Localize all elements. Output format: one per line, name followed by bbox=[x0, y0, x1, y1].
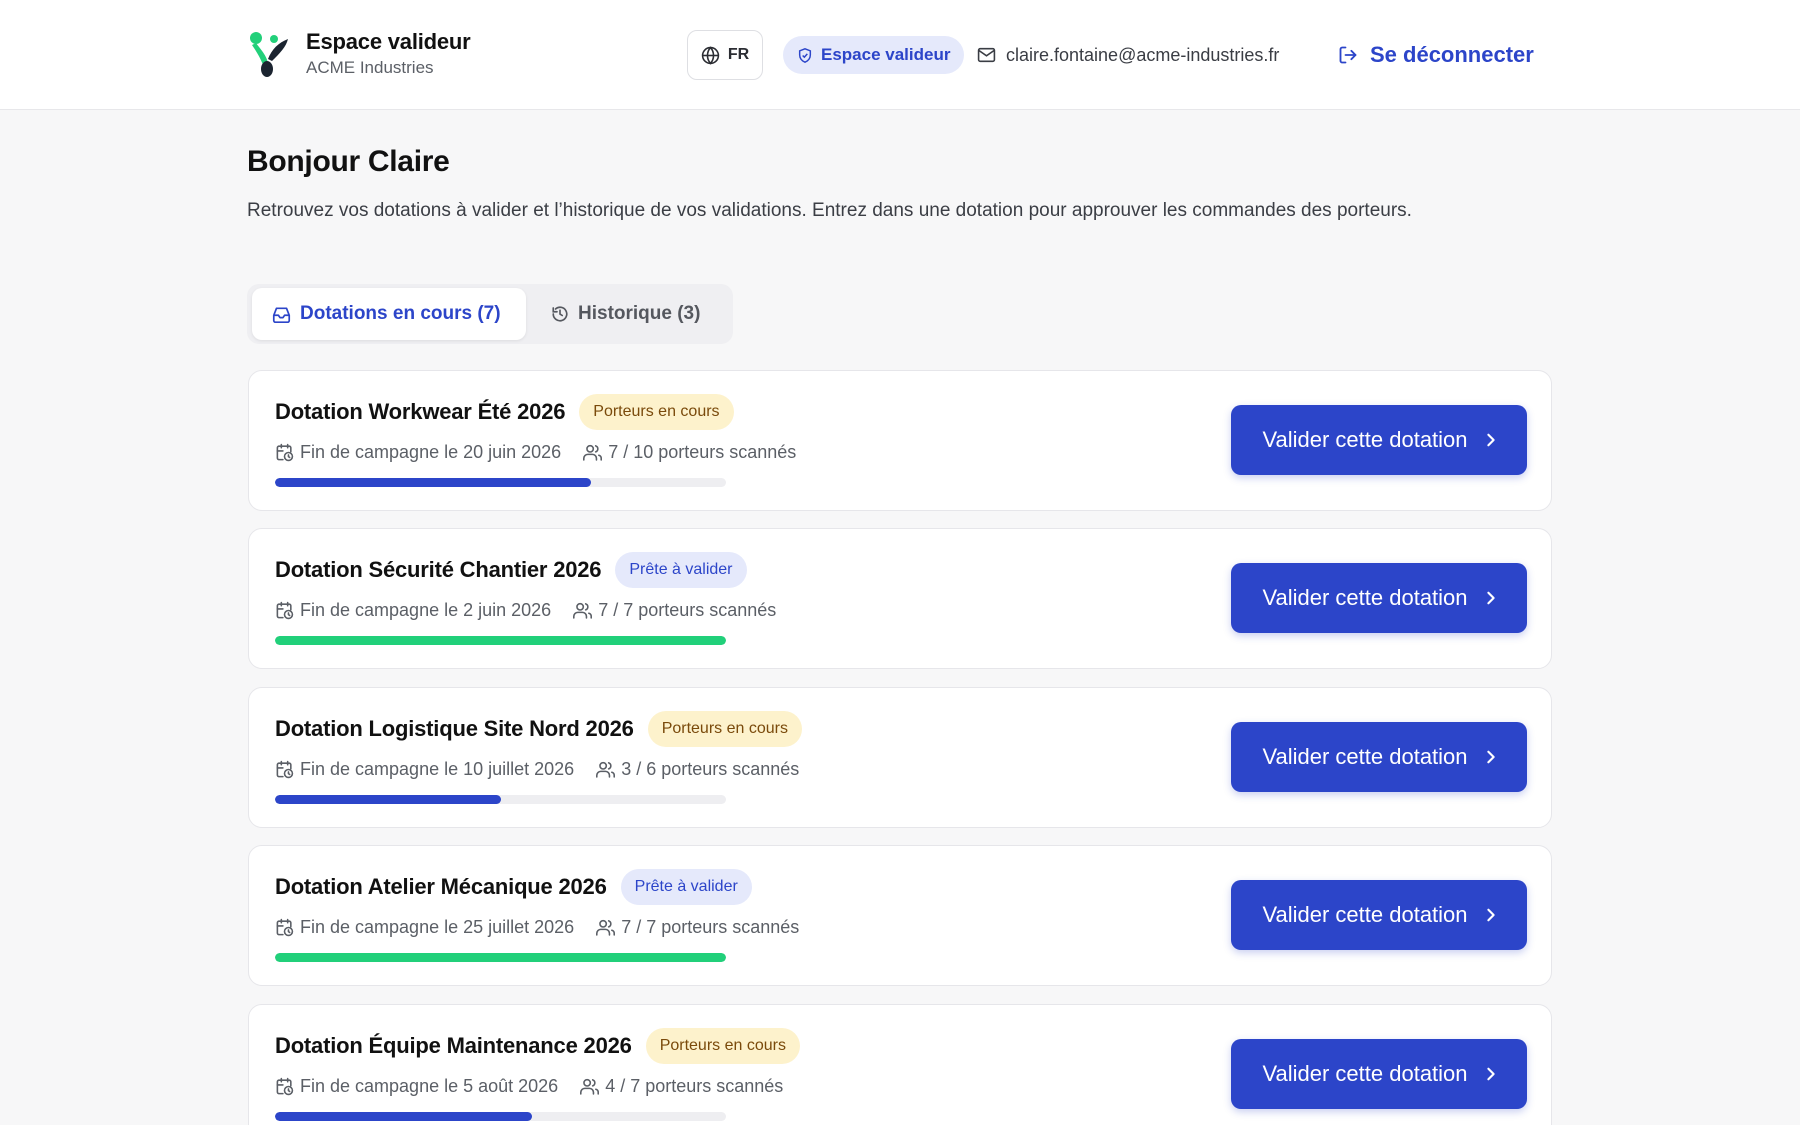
language-button[interactable]: FR bbox=[687, 30, 763, 80]
validate-button-label: Valider cette dotation bbox=[1262, 1061, 1468, 1086]
chevron-right-icon bbox=[1486, 908, 1495, 922]
brand-text: Espace valideur ACME Industries bbox=[306, 28, 471, 80]
tab-current-dotations[interactable]: Dotations en cours (7) bbox=[252, 288, 526, 340]
validate-dotation-button[interactable]: Valider cette dotation bbox=[1231, 722, 1527, 792]
progress-fill bbox=[275, 478, 591, 487]
progress-bar bbox=[275, 636, 726, 645]
users-icon bbox=[596, 761, 616, 778]
tab-history[interactable]: Historique (3) bbox=[551, 288, 721, 340]
brand-subtitle: ACME Industries bbox=[306, 58, 434, 77]
end-date: Fin de campagne le 25 juillet 2026 bbox=[300, 916, 575, 937]
dotation-header: Dotation Sécurité Chantier 2026 Prête à … bbox=[275, 551, 747, 589]
progress-fill bbox=[275, 636, 726, 645]
chevron-right-icon bbox=[1486, 750, 1495, 764]
dotation-card-4: Dotation Atelier Mécanique 2026 Prête à … bbox=[248, 845, 1552, 986]
status-badge: Porteurs en cours bbox=[645, 1028, 800, 1064]
progress-bar bbox=[275, 795, 726, 804]
users-icon bbox=[583, 444, 603, 461]
status-badge: Porteurs en cours bbox=[647, 711, 802, 747]
dotation-title: Dotation Workwear Été 2026 bbox=[275, 399, 566, 424]
calendar-clock-icon bbox=[276, 760, 294, 778]
user-email: claire.fontaine@acme-industries.fr bbox=[977, 40, 1279, 70]
progress-fill bbox=[275, 795, 501, 804]
end-date: Fin de campagne le 5 août 2026 bbox=[300, 1075, 559, 1096]
users-icon bbox=[580, 1078, 600, 1095]
dotation-card-1: Dotation Workwear Été 2026 Porteurs en c… bbox=[248, 370, 1552, 511]
calendar-clock-icon bbox=[276, 601, 294, 619]
dotation-card-3: Dotation Logistique Site Nord 2026 Porte… bbox=[248, 687, 1552, 828]
validate-button-label: Valider cette dotation bbox=[1262, 744, 1468, 769]
dotation-title: Dotation Atelier Mécanique 2026 bbox=[275, 874, 607, 899]
calendar-clock-icon bbox=[276, 918, 294, 936]
page-title: Bonjour Claire bbox=[247, 145, 450, 178]
users-icon bbox=[573, 602, 593, 619]
dotation-title: Dotation Équipe Maintenance 2026 bbox=[275, 1033, 632, 1058]
globe-icon bbox=[701, 45, 720, 65]
dotation-header: Dotation Workwear Été 2026 Porteurs en c… bbox=[275, 393, 734, 431]
top-header: Espace valideur ACME Industries FR Espac… bbox=[0, 0, 1800, 110]
dotation-meta: Fin de campagne le 5 août 2026 4 / 7 por… bbox=[275, 1071, 783, 1101]
history-icon bbox=[552, 306, 568, 322]
status-badge: Prête à valider bbox=[615, 552, 747, 588]
dotation-meta: Fin de campagne le 25 juillet 2026 7 / 7… bbox=[275, 912, 799, 942]
status-badge: Porteurs en cours bbox=[579, 394, 734, 430]
dotation-card-5: Dotation Équipe Maintenance 2026 Porteur… bbox=[248, 1004, 1552, 1125]
end-date: Fin de campagne le 10 juillet 2026 bbox=[300, 758, 575, 779]
dotation-meta: Fin de campagne le 20 juin 2026 7 / 10 p… bbox=[275, 437, 796, 467]
logout-icon bbox=[1339, 46, 1357, 64]
chevron-right-icon bbox=[1486, 591, 1495, 605]
brand-title: Espace valideur bbox=[306, 29, 471, 54]
language-label: FR bbox=[727, 46, 750, 63]
progress-bar bbox=[275, 478, 726, 487]
page-intro: Retrouvez vos dotations à valider et l’h… bbox=[247, 200, 1412, 221]
user-email-text: claire.fontaine@acme-industries.fr bbox=[1006, 44, 1280, 65]
validate-dotation-button[interactable]: Valider cette dotation bbox=[1231, 1039, 1527, 1109]
dotation-meta: Fin de campagne le 10 juillet 2026 3 / 6… bbox=[275, 754, 799, 784]
logout-label: Se déconnecter bbox=[1370, 42, 1534, 67]
dotation-header: Dotation Équipe Maintenance 2026 Porteur… bbox=[275, 1027, 800, 1065]
brand[interactable]: Espace valideur ACME Industries bbox=[246, 28, 471, 80]
validate-button-label: Valider cette dotation bbox=[1262, 902, 1468, 927]
progress-bar bbox=[275, 1112, 726, 1121]
validate-dotation-button[interactable]: Valider cette dotation bbox=[1231, 405, 1527, 475]
scanned-count: 4 / 7 porteurs scannés bbox=[605, 1075, 784, 1096]
role-badge: Espace valideur bbox=[783, 36, 965, 74]
calendar-clock-icon bbox=[276, 443, 294, 461]
validate-button-label: Valider cette dotation bbox=[1262, 427, 1468, 452]
progress-fill bbox=[275, 1112, 533, 1121]
end-date: Fin de campagne le 2 juin 2026 bbox=[300, 599, 552, 620]
mail-icon bbox=[977, 47, 996, 63]
tab-bar: Dotations en cours (7) Historique (3) bbox=[247, 284, 733, 344]
progress-bar bbox=[275, 953, 726, 962]
brand-logo bbox=[250, 32, 288, 77]
status-badge: Prête à valider bbox=[620, 869, 752, 905]
scanned-count: 7 / 10 porteurs scannés bbox=[608, 441, 797, 462]
users-icon bbox=[596, 919, 616, 936]
validate-dotation-button[interactable]: Valider cette dotation bbox=[1231, 563, 1527, 633]
calendar-clock-icon bbox=[276, 1077, 294, 1095]
dotation-card-2: Dotation Sécurité Chantier 2026 Prête à … bbox=[248, 528, 1552, 669]
scanned-count: 7 / 7 porteurs scannés bbox=[598, 599, 777, 620]
tab-current-label: Dotations en cours (7) bbox=[300, 303, 501, 324]
chevron-right-icon bbox=[1486, 433, 1495, 447]
dotation-title: Dotation Sécurité Chantier 2026 bbox=[275, 557, 602, 582]
logout-link[interactable]: Se déconnecter bbox=[1338, 36, 1534, 74]
dotation-header: Dotation Atelier Mécanique 2026 Prête à … bbox=[275, 868, 752, 906]
role-badge-label: Espace valideur bbox=[821, 45, 951, 64]
scanned-count: 7 / 7 porteurs scannés bbox=[621, 916, 800, 937]
dotation-title: Dotation Logistique Site Nord 2026 bbox=[275, 716, 634, 741]
dotation-header: Dotation Logistique Site Nord 2026 Porte… bbox=[275, 710, 802, 748]
validate-button-label: Valider cette dotation bbox=[1262, 585, 1468, 610]
dotation-meta: Fin de campagne le 2 juin 2026 7 / 7 por… bbox=[275, 595, 776, 625]
shield-check-icon bbox=[798, 47, 812, 63]
progress-fill bbox=[275, 953, 726, 962]
inbox-icon bbox=[272, 306, 291, 323]
tab-history-label: Historique (3) bbox=[578, 303, 701, 324]
end-date: Fin de campagne le 20 juin 2026 bbox=[300, 441, 562, 462]
chevron-right-icon bbox=[1486, 1067, 1495, 1081]
scanned-count: 3 / 6 porteurs scannés bbox=[621, 758, 800, 779]
validate-dotation-button[interactable]: Valider cette dotation bbox=[1231, 880, 1527, 950]
